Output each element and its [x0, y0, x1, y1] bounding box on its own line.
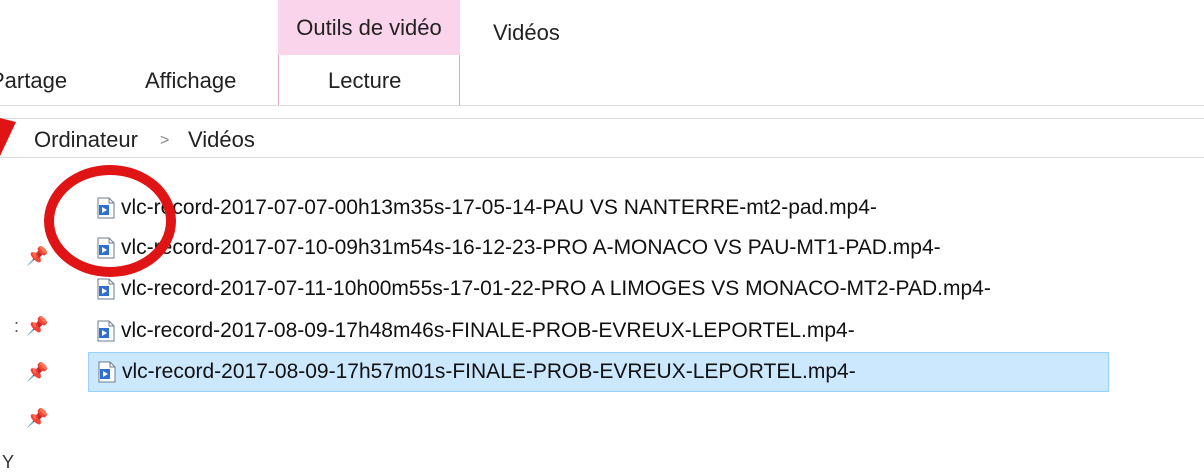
file-name: vlc-record-2017-08-09-17h48m46s-FINALE-P… [121, 319, 855, 342]
video-file-icon [96, 320, 116, 342]
annotation-arrow-icon [0, 118, 16, 156]
file-row[interactable]: vlc-record-2017-07-10-09h31m54s-16-12-23… [88, 228, 1108, 268]
tab-affichage[interactable]: Affichage [145, 68, 236, 94]
file-row[interactable]: vlc-record-2017-07-07-00h13m35s-17-05-14… [88, 188, 1108, 228]
annotation-circle [44, 165, 176, 277]
breadcrumb-videos[interactable]: Vidéos [188, 127, 255, 153]
pin-icon[interactable]: 📌 [26, 408, 48, 429]
video-file-icon [96, 278, 116, 300]
pin-icon[interactable]: 📌 [26, 362, 48, 383]
file-name: vlc-record-2017-08-09-17h57m01s-FINALE-P… [122, 360, 856, 383]
tab-videos[interactable]: Vidéos [493, 20, 560, 46]
address-bar[interactable] [0, 118, 1204, 158]
pin-icon[interactable]: 📌 [26, 246, 48, 267]
sidebar-fragment: : [14, 316, 20, 336]
tab-partage[interactable]: Partage [0, 68, 100, 94]
file-row[interactable]: vlc-record-2017-08-09-17h48m46s-FINALE-P… [88, 311, 1108, 351]
file-name: vlc-record-2017-07-10-09h31m54s-16-12-23… [121, 236, 941, 259]
tab-lecture[interactable]: Lecture [328, 68, 401, 94]
breadcrumb-ordinateur[interactable]: Ordinateur [34, 127, 138, 153]
pin-icon[interactable]: 📌 [26, 316, 48, 337]
ribbon-divider [0, 105, 1204, 106]
breadcrumb-separator[interactable]: > [160, 132, 169, 150]
tab-partage-label: Partage [0, 68, 68, 93]
file-name: vlc-record-2017-07-11-10h00m55s-17-01-22… [121, 277, 991, 300]
file-name: vlc-record-2017-07-07-00h13m35s-17-05-14… [121, 196, 877, 219]
tab-outils-de-video[interactable]: Outils de vidéo [278, 0, 460, 55]
video-file-icon [97, 361, 117, 383]
file-row-selected[interactable]: vlc-record-2017-08-09-17h57m01s-FINALE-P… [88, 352, 1109, 392]
file-row[interactable]: vlc-record-2017-07-11-10h00m55s-17-01-22… [88, 269, 1108, 309]
sidebar-fragment: Y [2, 452, 15, 472]
